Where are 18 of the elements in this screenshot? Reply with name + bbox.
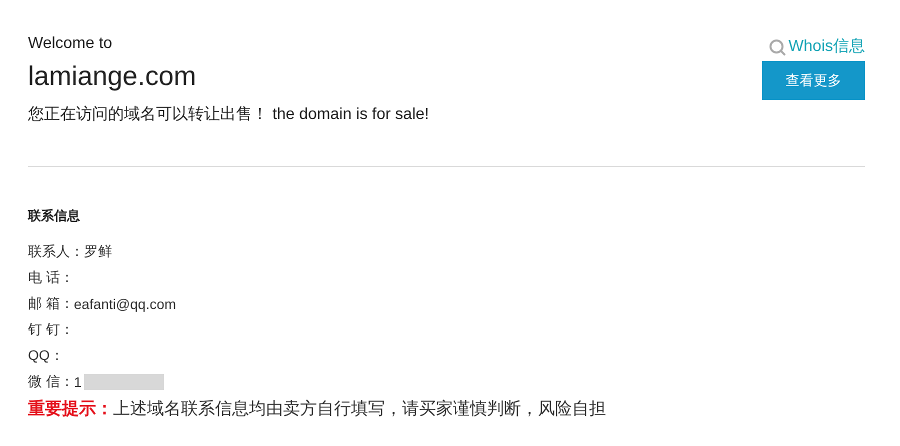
section-title: 联系信息	[28, 207, 81, 225]
notice-label: 重要提示：	[28, 398, 113, 420]
view-more-button[interactable]: 查看更多	[762, 61, 865, 100]
whois-link[interactable]: Whois信息	[768, 36, 865, 58]
search-icon	[768, 38, 786, 56]
field-value: eafanti@qq.com	[74, 296, 176, 312]
field-label: 邮 箱：	[28, 295, 74, 313]
field-value: 罗鲜	[84, 243, 112, 261]
field-value: 1	[74, 374, 82, 390]
sale-message: 您正在访问的域名可以转让出售！ the domain is for sale!	[28, 104, 429, 125]
field-label: 联系人：	[28, 243, 84, 261]
field-label: QQ：	[28, 347, 64, 365]
welcome-text: Welcome to	[28, 34, 114, 54]
field-label: 钉 钉：	[28, 321, 74, 339]
field-label: 电 话：	[28, 269, 74, 287]
notice-text: 上述域名联系信息均由卖方自行填写，请买家谨慎判断，风险自担	[113, 398, 606, 420]
field-label: 微 信：	[28, 373, 74, 391]
domain-name: lamiange.com	[28, 60, 198, 93]
